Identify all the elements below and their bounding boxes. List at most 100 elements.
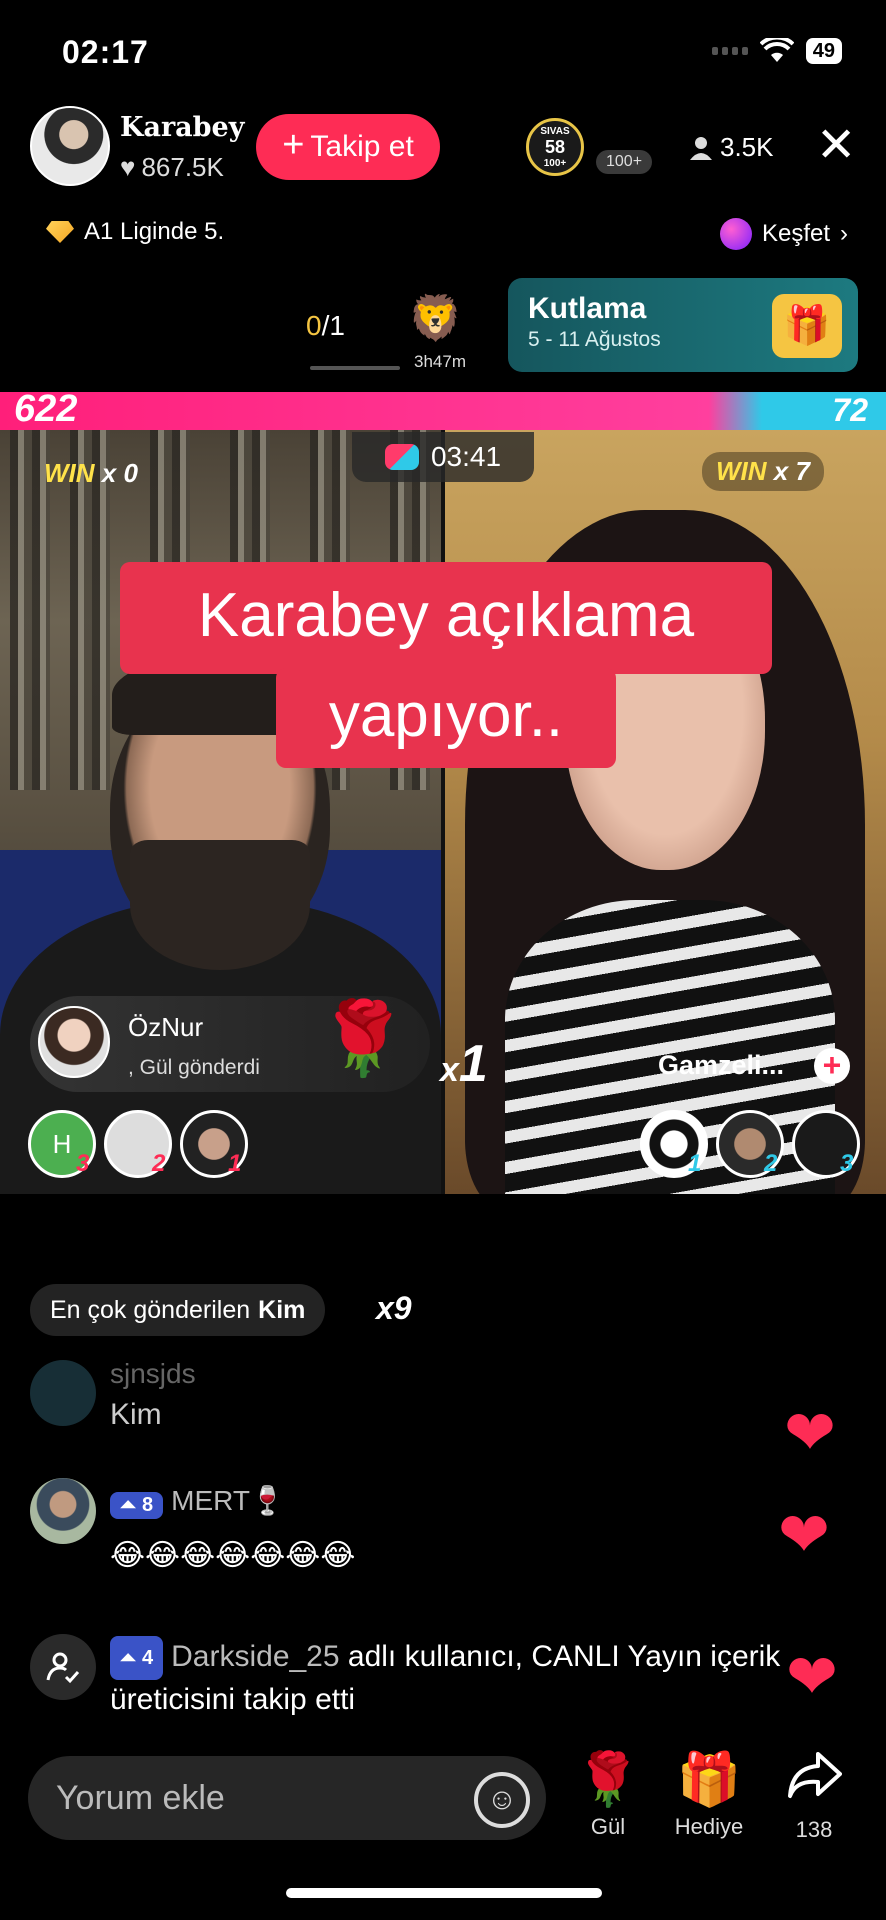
wifi-icon xyxy=(759,38,794,62)
viewer-count-value: 3.5K xyxy=(720,132,774,162)
comment-avatar[interactable] xyxy=(30,1478,96,1544)
host-avatar[interactable] xyxy=(30,106,110,186)
battery-indicator: 49 xyxy=(805,38,842,64)
quest-progress[interactable]: 0/1 xyxy=(306,310,345,342)
floating-heart-icon: ❤ xyxy=(786,1643,838,1712)
caption-line-1: Karabey açıklama xyxy=(197,581,695,650)
most-sent-user: Kim xyxy=(258,1295,306,1324)
user-level-badge: ⏶ 8 xyxy=(110,1492,164,1520)
comment-header: ⏶ 8 MERT🍷 xyxy=(110,1484,285,1520)
share-count: 138 xyxy=(795,1817,833,1842)
comment-text: Kim xyxy=(110,1398,162,1431)
most-sent-label: En çok gönderilen xyxy=(50,1295,251,1324)
quest-total: /1 xyxy=(321,310,345,341)
wine-emoji: 🍷 xyxy=(249,1485,285,1516)
cellular-signal-icon xyxy=(711,47,748,55)
ranking-chip[interactable]: 100+ xyxy=(596,150,653,174)
comment-input[interactable] xyxy=(28,1756,546,1840)
quest-done: 0 xyxy=(306,310,322,341)
share-button[interactable]: 138 xyxy=(776,1750,852,1843)
quest-progress-bar xyxy=(310,366,400,370)
opponent-name[interactable]: Gamzeli... xyxy=(658,1050,784,1081)
gift-combo-count: 1 xyxy=(458,1035,488,1093)
event-banner[interactable]: Kutlama 5 - 11 Ağustos 🎁 xyxy=(508,278,858,372)
city-badge-top: SIVAS xyxy=(540,125,570,137)
floating-heart-icon: ❤ xyxy=(778,1501,830,1570)
status-time: 02:17 xyxy=(62,34,149,70)
city-badge-bottom: 100+ xyxy=(543,157,567,169)
host-name[interactable]: Karabey xyxy=(120,112,244,143)
gift-icon: 🎁 xyxy=(676,1751,742,1809)
follow-button[interactable]: + Takip et xyxy=(256,114,440,180)
left-gifter-1-rank: 3 xyxy=(76,1150,90,1177)
left-gifter-2-rank: 2 xyxy=(152,1150,166,1177)
floating-heart-icon: ❤ xyxy=(784,1399,836,1468)
win-left-count: x 0 xyxy=(101,458,138,488)
viewer-count[interactable]: 3.5K xyxy=(690,132,774,163)
comment-username[interactable]: sjnsjds xyxy=(110,1358,196,1390)
win-right-count: x 7 xyxy=(773,456,810,486)
right-gifter-2-rank: 2 xyxy=(764,1150,778,1177)
home-indicator[interactable] xyxy=(286,1888,602,1898)
rose-button[interactable]: 🌹 Gül xyxy=(570,1750,646,1840)
left-gifter-3-rank: 1 xyxy=(228,1150,242,1177)
host-likes: ♥ 867.5K xyxy=(120,152,224,183)
chevron-right-icon: › xyxy=(840,220,849,247)
user-level: 8 xyxy=(142,1494,154,1517)
status-icons: 49 xyxy=(711,38,842,64)
battle-timer: 03:41 xyxy=(352,432,534,482)
lion-gift-icon[interactable]: 🦁 xyxy=(408,292,463,344)
party-icon: 🎁 xyxy=(772,294,842,358)
comment-username[interactable]: Darkside_25 xyxy=(171,1640,339,1673)
gift-combo: x1 xyxy=(440,1034,488,1094)
league-rank-label: A1 Liginde 5. xyxy=(84,218,225,245)
city-badge[interactable]: SIVAS 58 100+ xyxy=(526,118,584,176)
rose-label: Gül xyxy=(590,1814,626,1839)
win-left-word: WIN xyxy=(44,458,95,488)
comment-username[interactable]: MERT xyxy=(171,1485,250,1516)
explore-button[interactable]: Keşfet › xyxy=(720,218,848,250)
win-streak-left: WIN x 0 xyxy=(44,458,138,489)
right-gifter-1-rank: 1 xyxy=(688,1150,702,1177)
level-icon: ⏶ xyxy=(120,1494,136,1517)
host-likes-count: 867.5K xyxy=(141,152,224,182)
follow-event-icon xyxy=(30,1634,96,1700)
follow-event-text: ⏶ 4 Darkside_25 adlı kullanıcı, CANLI Yayı… xyxy=(110,1636,810,1720)
share-icon xyxy=(776,1750,852,1813)
follow-label: Takip et xyxy=(310,130,414,163)
rose-icon: 🌹 xyxy=(575,1751,641,1809)
gift-sender-avatar[interactable] xyxy=(38,1006,110,1078)
rose-gift-icon: 🌹 xyxy=(318,999,408,1079)
gift-message: , Gül gönderdi xyxy=(128,1056,260,1079)
close-icon[interactable]: ✕ xyxy=(816,122,856,170)
person-icon xyxy=(690,136,712,160)
gift-sender-name[interactable]: ÖzNur xyxy=(128,1012,203,1043)
person-check-icon xyxy=(46,1652,80,1684)
battle-score-bar xyxy=(0,392,886,430)
most-sent-chip: En çok gönderilen Kim xyxy=(30,1284,326,1336)
win-right-word: WIN xyxy=(716,456,767,486)
add-opponent-icon[interactable]: + xyxy=(814,1048,850,1084)
plus-icon: + xyxy=(282,124,305,166)
comment-avatar[interactable] xyxy=(30,1360,96,1426)
league-rank[interactable]: A1 Liginde 5. xyxy=(46,218,224,246)
gift-button[interactable]: 🎁 Hediye xyxy=(664,1750,754,1840)
caption-line-2: yapıyor.. xyxy=(328,681,564,750)
level-icon: ⏶ xyxy=(120,1647,136,1669)
diamond-icon xyxy=(46,221,74,243)
planet-icon xyxy=(720,218,752,250)
emoji-icon[interactable]: ☺ xyxy=(474,1772,530,1828)
battle-score-left: 622 xyxy=(14,388,78,430)
win-streak-right: WIN x 7 xyxy=(702,452,824,491)
comment-text: 😂😂😂😂😂😂😂 xyxy=(110,1539,356,1572)
user-level: 4 xyxy=(142,1647,154,1669)
gift-combo-prefix: x xyxy=(440,1051,459,1089)
battle-gloves-icon xyxy=(384,444,419,470)
battle-timer-value: 03:41 xyxy=(430,441,502,472)
battle-score-right: 72 xyxy=(832,392,868,428)
gift-label: Hediye xyxy=(674,1814,744,1839)
lion-gift-timer: 3h47m xyxy=(414,352,466,371)
most-sent-count: x9 xyxy=(376,1290,412,1326)
city-badge-number: 58 xyxy=(544,136,566,157)
user-level-badge: ⏶ 4 xyxy=(110,1636,164,1680)
